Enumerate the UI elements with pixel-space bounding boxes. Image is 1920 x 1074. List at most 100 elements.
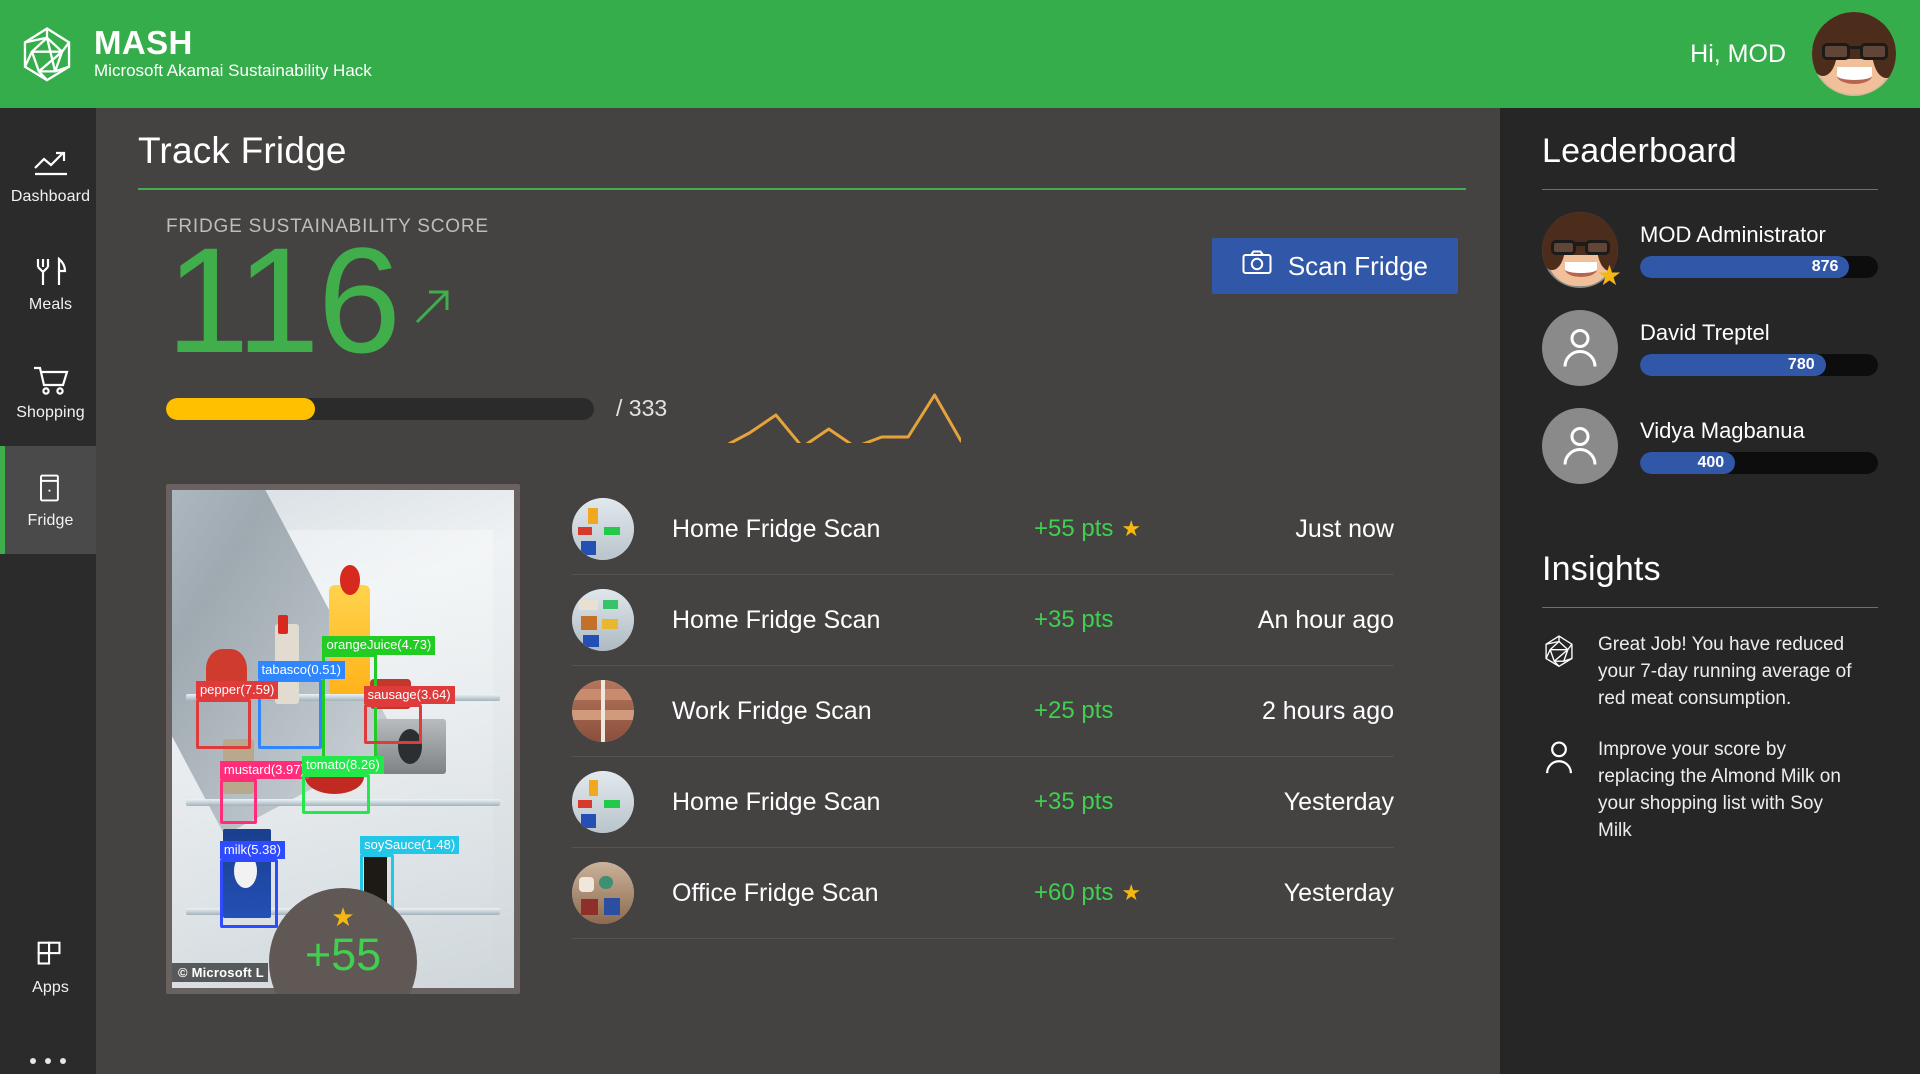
avatar — [1542, 408, 1618, 484]
user-avatar-photo — [1812, 12, 1896, 96]
list-item[interactable]: Home Fridge Scan +35 pts Yesterday — [572, 757, 1394, 848]
activity-points: +25 pts — [1034, 697, 1184, 725]
detection-box: sausage(3.64) — [363, 686, 455, 744]
leaderboard-row[interactable]: David Treptel 780 — [1542, 310, 1878, 386]
activity-points-value: +60 pts — [1034, 879, 1114, 906]
list-item[interactable]: Work Fridge Scan +25 pts 2 hours ago — [572, 666, 1394, 757]
score-sparkline — [721, 385, 963, 449]
user-greeting: Hi, MOD — [1690, 39, 1786, 68]
scan-points-value: +55 — [304, 929, 382, 980]
insight-item[interactable]: Improve your score by replacing the Almo… — [1542, 737, 1878, 845]
app-header: MASH Microsoft Akamai Sustainability Hac… — [0, 0, 1920, 108]
activity-time: Just now — [1295, 514, 1394, 543]
scan-fridge-button[interactable]: Scan Fridge — [1211, 238, 1458, 294]
leaderboard-title: Leaderboard — [1542, 132, 1738, 170]
leaderboard-bar: 876 — [1640, 256, 1878, 278]
leaderboard-name: David Treptel — [1640, 320, 1770, 345]
detection-label: tomato(8.26) — [301, 755, 384, 775]
insight-item[interactable]: Great Job! You have reduced your 7-day r… — [1542, 632, 1878, 713]
activity-name: Home Fridge Scan — [672, 514, 881, 543]
icosahedron-logo-icon — [1542, 632, 1578, 673]
insights-title: Insights — [1542, 550, 1661, 588]
insights-panel: Insights Great Job! You have reduced you… — [1542, 550, 1878, 845]
star-icon: ★ — [1596, 260, 1622, 291]
app-root: MASH Microsoft Akamai Sustainability Hac… — [0, 0, 1920, 1074]
leaderboard-name: Vidya Magbanua — [1640, 418, 1805, 443]
score-value: 116 — [166, 216, 401, 384]
ellipsis-icon[interactable] — [0, 1032, 96, 1074]
sidebar-item-apps[interactable]: Apps — [0, 924, 96, 1032]
detection-box: tomato(8.26) — [301, 755, 384, 814]
insight-text: Great Job! You have reduced your 7-day r… — [1598, 634, 1852, 709]
activity-name: Home Fridge Scan — [672, 605, 881, 634]
leaderboard-bar: 780 — [1640, 354, 1878, 376]
arrow-up-right-icon — [413, 286, 453, 331]
brand: MASH Microsoft Akamai Sustainability Hac… — [18, 25, 372, 83]
leaderboard-bar: 400 — [1640, 452, 1878, 474]
sidebar-item-shopping[interactable]: Shopping — [0, 338, 96, 446]
detection-label: pepper(7.59) — [195, 681, 279, 700]
list-item[interactable]: Home Fridge Scan +35 pts An hour ago — [572, 575, 1394, 666]
fridge-scan-photo[interactable]: orangeJuice(4.73) tabasco(0.51) pepper(7… — [166, 484, 520, 994]
activity-points-value: +35 pts — [1034, 606, 1114, 633]
brand-text: MASH Microsoft Akamai Sustainability Hac… — [94, 25, 372, 83]
app-subtitle: Microsoft Akamai Sustainability Hack — [94, 61, 372, 81]
star-icon: ★ — [1121, 880, 1142, 905]
sidebar-item-label: Dashboard — [10, 187, 91, 205]
scan-results-row: orangeJuice(4.73) tabasco(0.51) pepper(7… — [138, 448, 1500, 994]
detection-label: tabasco(0.51) — [257, 661, 345, 680]
activity-thumbnail — [572, 680, 634, 742]
score-total: / 333 — [616, 395, 668, 421]
sidebar-item-label: Meals — [28, 295, 73, 313]
leaderboard-bar-fill: 876 — [1640, 256, 1850, 278]
score-progress-bar — [166, 397, 594, 420]
leaderboard-row[interactable]: ★ MOD Administrator 876 — [1542, 212, 1878, 290]
left-navigation: Dashboard Meals Shopping Fridge Apps — [0, 108, 96, 1074]
person-placeholder-icon — [1560, 424, 1600, 471]
sidebar-item-label: Apps — [32, 978, 69, 996]
scan-action: Scan Fridge — [1211, 216, 1466, 294]
avatar — [1542, 310, 1618, 386]
leaderboard-row[interactable]: Vidya Magbanua 400 — [1542, 408, 1878, 484]
detection-label: orangeJuice(4.73) — [322, 636, 436, 655]
avatar: ★ — [1542, 212, 1622, 290]
avatar[interactable] — [1812, 12, 1896, 96]
sidebar-item-meals[interactable]: Meals — [0, 230, 96, 338]
detection-box: milk(5.38) — [219, 840, 285, 929]
person-placeholder-icon — [1560, 326, 1600, 373]
activity-points: +35 pts — [1034, 606, 1184, 634]
detection-label: soySauce(1.48) — [360, 835, 460, 854]
leaderboard-info: Vidya Magbanua 400 — [1640, 418, 1878, 474]
sidebar-item-fridge[interactable]: Fridge — [0, 446, 96, 554]
insight-text: Improve your score by replacing the Almo… — [1598, 738, 1841, 841]
activity-thumbnail — [572, 589, 634, 651]
sidebar-item-label: Shopping — [16, 403, 85, 421]
detection-box: mustard(3.97) — [219, 760, 309, 824]
leaderboard-divider — [1542, 189, 1878, 190]
list-item[interactable]: Home Fridge Scan +55 pts ★ Just now — [572, 484, 1394, 575]
leaderboard-score: 876 — [1811, 258, 1839, 275]
fridge-icon — [33, 472, 69, 504]
detection-label: milk(5.38) — [219, 840, 285, 859]
leaderboard-score: 400 — [1697, 454, 1725, 471]
score-section: FRIDGE SUSTAINABILITY SCORE 116 / 333 Sc… — [138, 190, 1466, 449]
leaderboard-bar-fill: 400 — [1640, 452, 1736, 474]
activity-time: Yesterday — [1283, 878, 1394, 907]
detection-box: pepper(7.59) — [195, 681, 279, 749]
list-item[interactable]: Office Fridge Scan +60 pts ★ Yesterday — [572, 848, 1394, 939]
activity-thumbnail — [572, 862, 634, 924]
leaderboard-info: MOD Administrator 876 — [1640, 222, 1878, 278]
icosahedron-logo-icon — [18, 25, 76, 83]
activity-points: +60 pts ★ — [1034, 879, 1184, 907]
activity-points-value: +35 pts — [1034, 788, 1114, 815]
activity-time: An hour ago — [1257, 605, 1394, 634]
right-panel: Leaderboard ★ MOD Administrator 876 Davi… — [1500, 108, 1920, 1074]
sidebar-item-dashboard[interactable]: Dashboard — [0, 122, 96, 230]
apps-grid-icon — [33, 939, 69, 971]
star-icon: ★ — [331, 902, 355, 932]
insights-divider — [1542, 607, 1878, 608]
camera-icon — [1242, 250, 1272, 282]
score-block: FRIDGE SUSTAINABILITY SCORE 116 / 333 — [138, 216, 963, 449]
activity-points-value: +55 pts — [1034, 515, 1114, 542]
